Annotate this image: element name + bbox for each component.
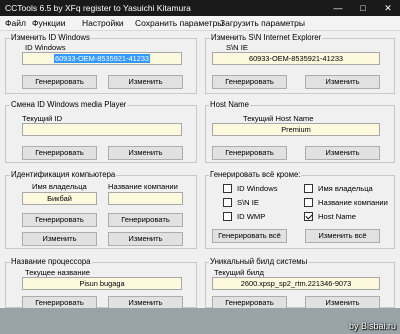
exclude-windows-id-label: ID Windows bbox=[237, 184, 278, 193]
company-change-button[interactable]: Изменить bbox=[108, 232, 183, 246]
company-field[interactable] bbox=[108, 192, 183, 205]
processor-label: Текущее название bbox=[25, 268, 91, 277]
window-title: CCTools 6.5 by XFq register to Yasuichi … bbox=[5, 3, 191, 13]
desktop-background bbox=[0, 308, 400, 334]
wmp-change-button[interactable]: Изменить bbox=[108, 146, 183, 160]
company-label: Название компании bbox=[108, 182, 178, 191]
hostname-group-title: Host Name bbox=[209, 100, 250, 109]
ie-sn-label: S\N IE bbox=[226, 43, 248, 52]
exclude-hostname-label: Host Name bbox=[318, 212, 356, 221]
windows-id-change-button[interactable]: Изменить bbox=[108, 75, 183, 89]
build-field[interactable]: 2600.xpsp_sp2_rtm.221346-9073 bbox=[212, 277, 380, 290]
exclude-hostname-checkbox[interactable] bbox=[304, 212, 313, 221]
generate-all-group-title: Генерировать всё кроме: bbox=[209, 170, 302, 179]
exclude-owner-label: Имя владельца bbox=[318, 184, 373, 193]
owner-change-button[interactable]: Изменить bbox=[22, 232, 97, 246]
menu-bar: Файл Функции Настройки Сохранить парамет… bbox=[0, 16, 400, 31]
windows-id-value: 60933-OEM-8535921-41233 bbox=[53, 54, 151, 63]
ie-sn-generate-button[interactable]: Генерировать bbox=[212, 75, 287, 89]
exclude-wmp-checkbox[interactable] bbox=[223, 212, 232, 221]
exclude-company-checkbox[interactable] bbox=[304, 198, 313, 207]
hostname-label: Текущий Host Name bbox=[243, 114, 314, 123]
owner-field[interactable]: Бикбай bbox=[22, 192, 97, 205]
windows-id-generate-button[interactable]: Генерировать bbox=[22, 75, 97, 89]
menu-functions[interactable]: Функции bbox=[32, 18, 66, 28]
owner-generate-button[interactable]: Генерировать bbox=[22, 213, 97, 227]
exclude-company-label: Название компании bbox=[318, 198, 388, 207]
watermark-text: by Bisbai.ru bbox=[348, 321, 396, 331]
wmp-generate-button[interactable]: Генерировать bbox=[22, 146, 97, 160]
hostname-change-button[interactable]: Изменить bbox=[305, 146, 380, 160]
exclude-ie-sn-label: S\N IE bbox=[237, 198, 259, 207]
computer-ident-group-title: Идентификация компьютера bbox=[10, 170, 117, 179]
build-group-title: Уникальный билд системы bbox=[209, 257, 309, 266]
menu-settings[interactable]: Настройки bbox=[82, 18, 124, 28]
wmp-label: Текущий ID bbox=[22, 114, 63, 123]
hostname-field[interactable]: Premium bbox=[212, 123, 380, 136]
title-bar: CCTools 6.5 by XFq register to Yasuichi … bbox=[0, 0, 400, 16]
owner-label: Имя владельца bbox=[32, 182, 87, 191]
minimize-icon[interactable]: — bbox=[326, 0, 350, 16]
wmp-group-title: Смена ID Windows media Player bbox=[10, 100, 128, 109]
ie-sn-group-title: Изменить S\N Internet Explorer bbox=[210, 33, 323, 42]
ie-sn-change-button[interactable]: Изменить bbox=[305, 75, 380, 89]
close-icon[interactable]: ✕ bbox=[376, 0, 400, 16]
change-all-button[interactable]: Изменить всё bbox=[305, 229, 380, 243]
exclude-owner-checkbox[interactable] bbox=[304, 184, 313, 193]
hostname-generate-button[interactable]: Генерировать bbox=[212, 146, 287, 160]
menu-load-params[interactable]: Загрузить параметры bbox=[220, 18, 305, 28]
menu-file[interactable]: Файл bbox=[5, 18, 26, 28]
exclude-ie-sn-checkbox[interactable] bbox=[223, 198, 232, 207]
windows-id-group-title: Изменить ID Windows bbox=[10, 33, 91, 42]
wmp-field[interactable] bbox=[22, 123, 182, 136]
build-label: Текущий билд bbox=[214, 268, 264, 277]
processor-group-title: Название процессора bbox=[10, 257, 92, 266]
maximize-icon[interactable]: □ bbox=[351, 0, 375, 16]
windows-id-field[interactable]: 60933-OEM-8535921-41233 bbox=[22, 52, 182, 65]
windows-id-label: ID Windows bbox=[25, 43, 66, 52]
exclude-wmp-label: ID WMP bbox=[237, 212, 266, 221]
generate-all-button[interactable]: Генерировать всё bbox=[212, 229, 287, 243]
ie-sn-field[interactable]: 60933-OEM-8535921-41233 bbox=[212, 52, 380, 65]
processor-field[interactable]: Pisun bugaga bbox=[22, 277, 182, 290]
exclude-windows-id-checkbox[interactable] bbox=[223, 184, 232, 193]
company-generate-button[interactable]: Генерировать bbox=[108, 213, 183, 227]
menu-save-params[interactable]: Сохранить параметры bbox=[135, 18, 223, 28]
